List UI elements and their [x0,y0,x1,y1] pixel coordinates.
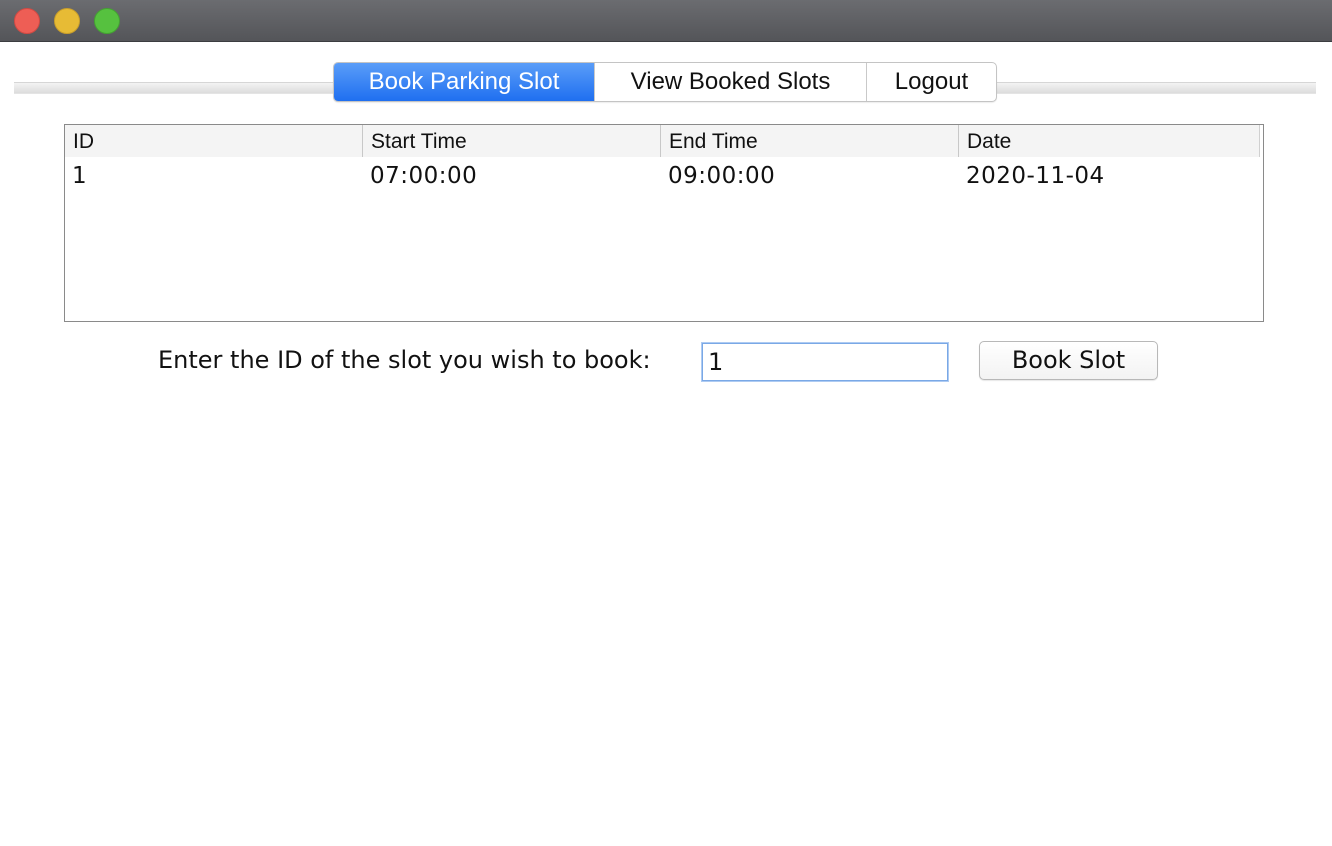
column-header-date[interactable]: Date [959,125,1257,157]
column-header-start-time[interactable]: Start Time [363,125,661,157]
cell-id: 1 [72,163,88,189]
slot-id-input[interactable] [702,343,948,381]
tab-logout[interactable]: Logout [866,63,996,101]
tab-bar: Book Parking Slot View Booked Slots Logo… [333,62,997,102]
column-header-id[interactable]: ID [65,125,363,157]
slots-table[interactable]: ID Start Time End Time Date 1 07:00:00 0… [64,124,1264,322]
cell-end-time: 09:00:00 [668,163,776,189]
column-header-end-time[interactable]: End Time [661,125,959,157]
book-slot-button[interactable]: Book Slot [979,341,1158,380]
tab-view-booked-slots[interactable]: View Booked Slots [594,63,866,101]
slot-id-label: Enter the ID of the slot you wish to boo… [158,346,651,374]
minimize-window-button[interactable] [54,8,80,34]
app-window: Book Parking Slot View Booked Slots Logo… [0,0,1332,846]
table-body: 1 07:00:00 09:00:00 2020-11-04 [65,157,1259,193]
title-bar [0,0,1332,42]
close-window-button[interactable] [14,8,40,34]
tab-book-parking-slot[interactable]: Book Parking Slot [334,63,594,101]
table-header: ID Start Time End Time Date [65,125,1260,157]
cell-start-time: 07:00:00 [370,163,478,189]
zoom-window-button[interactable] [94,8,120,34]
cell-date: 2020-11-04 [966,163,1105,189]
table-row[interactable]: 1 07:00:00 09:00:00 2020-11-04 [65,157,1259,193]
